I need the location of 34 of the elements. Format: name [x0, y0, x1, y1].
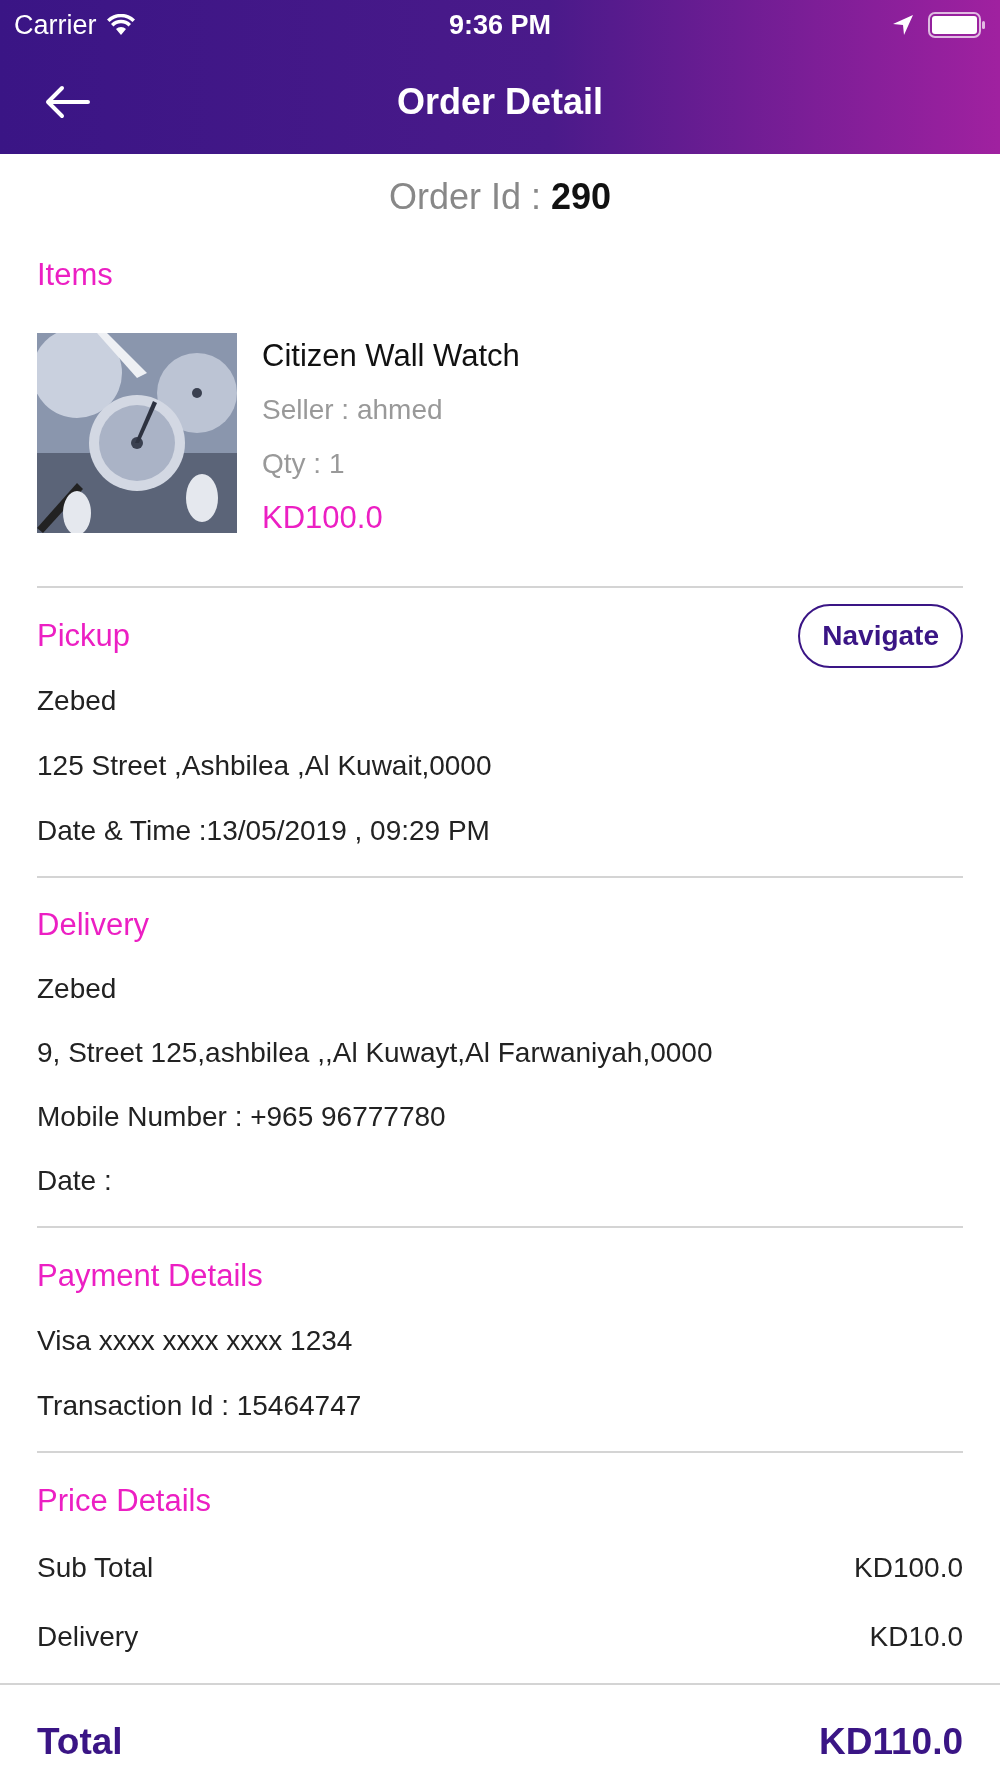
detail-text: Transaction Id : 15464747: [37, 1389, 362, 1422]
detail-text: 9, Street 125,ashbilea ,,Al Kuwayt,Al Farwaniyah,0000: [37, 1037, 713, 1069]
back-button[interactable]: [44, 85, 90, 119]
section-title: Payment Details: [37, 1257, 263, 1294]
navigate-button[interactable]: Navigate: [798, 603, 963, 668]
quantity-text: Qty : 1: [262, 447, 346, 481]
detail-text: Date & Time :13/05/2019 , 09:29 PM: [37, 814, 490, 847]
seller-text: Seller : ahmed: [262, 393, 444, 427]
detail-text: Mobile Number : +965 96777780: [37, 1101, 446, 1133]
price-label: Delivery: [37, 1620, 139, 1653]
detail-text: Visa xxxx xxxx xxxx 1234: [37, 1324, 353, 1357]
battery-icon: [928, 12, 986, 38]
product-name: Citizen Wall Watch: [262, 337, 520, 375]
screen-title: Order Detail: [396, 81, 604, 123]
section-title: Delivery: [37, 907, 149, 943]
order-id-value: 290: [551, 176, 612, 218]
product-price: KD100.0: [262, 499, 384, 537]
clock-text: 9:36 PM: [449, 9, 552, 41]
total-value: KD110.0: [819, 1721, 963, 1763]
price-value: KD100.0: [854, 1551, 963, 1584]
location-icon: [892, 14, 914, 36]
price-label: Sub Total: [37, 1551, 154, 1584]
order-id-label: Order Id :: [388, 176, 541, 218]
total-label: Total: [37, 1721, 123, 1763]
detail-text: Zebed: [37, 684, 117, 717]
wifi-icon: [106, 14, 135, 36]
detail-text: Date :: [37, 1165, 112, 1197]
price-value: KD10.0: [869, 1620, 963, 1653]
section-title: Pickup: [37, 617, 131, 654]
carrier-text: Carrier: [14, 9, 97, 41]
section-title: Items: [37, 257, 113, 293]
section-title: Price Details: [37, 1482, 211, 1519]
detail-text: 125 Street ,Ashbilea ,Al Kuwait,0000: [37, 749, 492, 782]
detail-text: Zebed: [37, 973, 117, 1005]
